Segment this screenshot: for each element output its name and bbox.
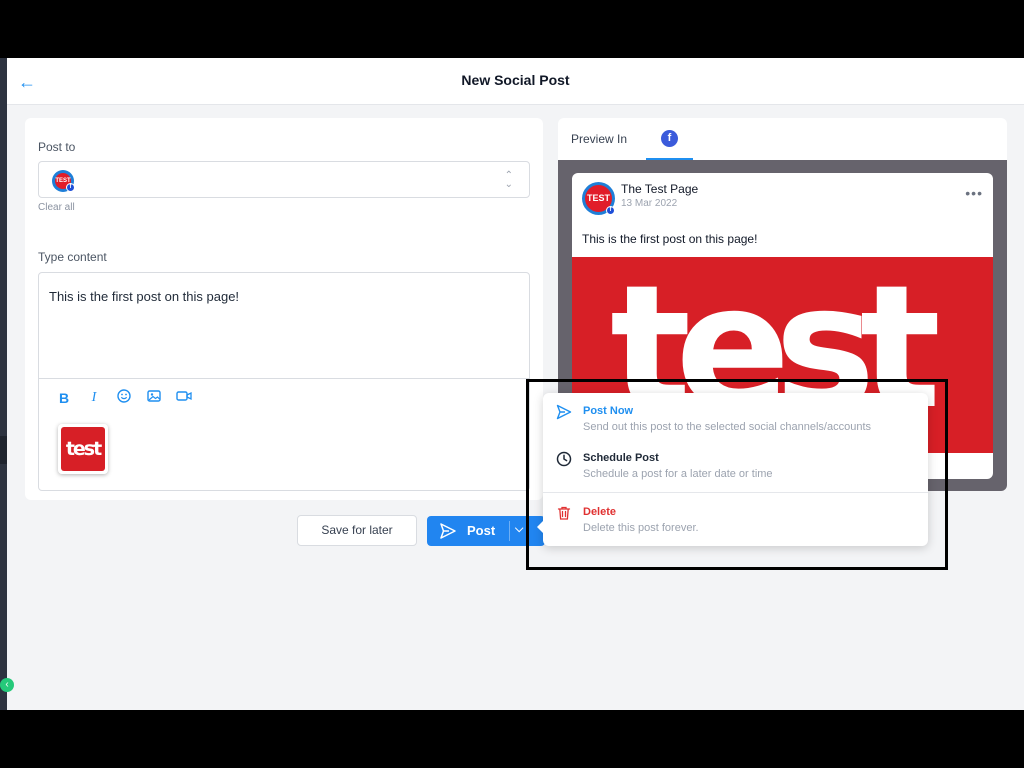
content-editor[interactable]: This is the first post on this page! B I… <box>38 272 530 491</box>
content-text[interactable]: This is the first post on this page! <box>49 289 239 304</box>
header: ← New Social Post <box>7 58 1024 105</box>
preview-in-label: Preview In <box>571 132 628 146</box>
compose-card: Post to TEST f ⌃ ⌄ Clear all Type content… <box>25 118 543 500</box>
page-name: The Test Page <box>621 182 699 196</box>
bold-icon[interactable]: B <box>55 389 73 407</box>
account-avatar: TEST f <box>52 170 75 192</box>
emoji-icon[interactable] <box>115 389 133 407</box>
app-screen: ← New Social Post Post to TEST f ⌃ ⌄ Clea… <box>0 58 1024 710</box>
italic-icon[interactable]: I <box>85 389 103 407</box>
clear-all-link[interactable]: Clear all <box>38 202 75 213</box>
editor-divider <box>39 378 529 379</box>
facebook-icon: f <box>661 130 678 147</box>
post-split-divider <box>509 521 510 541</box>
image-icon[interactable] <box>145 389 163 407</box>
post-button-label: Post <box>467 523 496 538</box>
facebook-badge-icon: f <box>606 206 615 215</box>
more-options-icon[interactable]: ••• <box>965 185 983 201</box>
highlight-box <box>526 379 948 570</box>
post-date: 13 Mar 2022 <box>621 198 678 209</box>
tab-facebook[interactable]: f <box>646 118 693 160</box>
chevron-updown-icon: ⌃ ⌄ <box>504 170 513 190</box>
page-title: New Social Post <box>461 72 570 88</box>
left-rail <box>0 58 7 710</box>
left-rail-marker <box>0 436 7 464</box>
video-icon[interactable] <box>175 389 193 407</box>
chevron-down-icon[interactable]: ⌵ <box>515 523 523 536</box>
page-avatar: TEST f <box>582 182 615 215</box>
save-for-later-button[interactable]: Save for later <box>297 515 417 546</box>
preview-post-text: This is the first post on this page! <box>582 232 758 246</box>
send-icon <box>440 523 456 539</box>
attachment-thumbnail[interactable]: test <box>58 424 108 474</box>
facebook-badge-icon: f <box>66 183 75 192</box>
chevron-left-icon[interactable]: ‹ <box>0 678 14 692</box>
type-content-label: Type content <box>38 250 107 264</box>
post-to-label: Post to <box>38 140 76 154</box>
post-to-select[interactable]: TEST f ⌃ ⌄ <box>38 161 530 198</box>
